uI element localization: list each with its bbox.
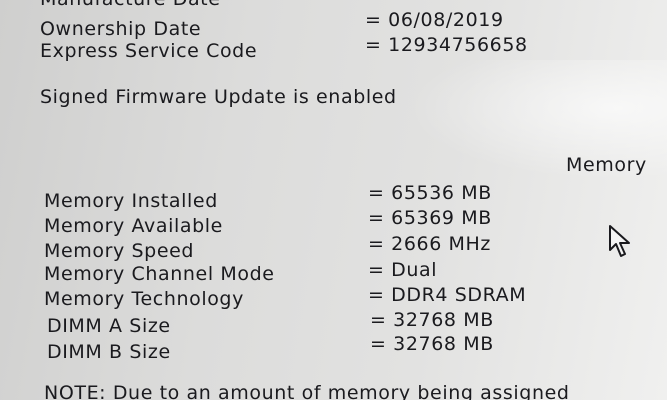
memory-channel-mode-label: Memory Channel Mode: [44, 263, 275, 285]
express-service-code-label: Express Service Code: [40, 40, 258, 62]
dimm-b-size-value: = 32768 MB: [370, 333, 494, 355]
express-service-code-value: = 12934756658: [365, 34, 528, 56]
memory-channel-mode-value: = Dual: [368, 259, 438, 281]
memory-available-label: Memory Available: [44, 215, 223, 237]
memory-installed-label: Memory Installed: [44, 190, 218, 212]
memory-technology-value: = DDR4 SDRAM: [368, 284, 527, 306]
mouse-pointer-icon: [609, 225, 630, 257]
memory-section-header: Memory: [566, 154, 647, 176]
ownership-date-value: = 06/08/2019: [365, 9, 504, 31]
memory-speed-value: = 2666 MHz: [368, 233, 492, 255]
ownership-date-label: Ownership Date: [40, 18, 202, 40]
dimm-a-size-label: DIMM A Size: [47, 315, 171, 337]
signed-firmware-update-status: Signed Firmware Update is enabled: [40, 86, 397, 108]
memory-available-value: = 65369 MB: [368, 207, 492, 229]
memory-installed-value: = 65536 MB: [368, 182, 492, 204]
manufacture-date-label: Manufacture Date: [40, 0, 221, 10]
dimm-b-size-label: DIMM B Size: [47, 341, 171, 363]
memory-speed-label: Memory Speed: [44, 240, 195, 262]
memory-note: NOTE: Due to an amount of memory being a…: [44, 382, 570, 400]
bios-system-information-screen: Manufacture Date Ownership Date = 06/08/…: [0, 0, 667, 400]
dimm-a-size-value: = 32768 MB: [370, 309, 494, 331]
memory-technology-label: Memory Technology: [44, 288, 244, 310]
